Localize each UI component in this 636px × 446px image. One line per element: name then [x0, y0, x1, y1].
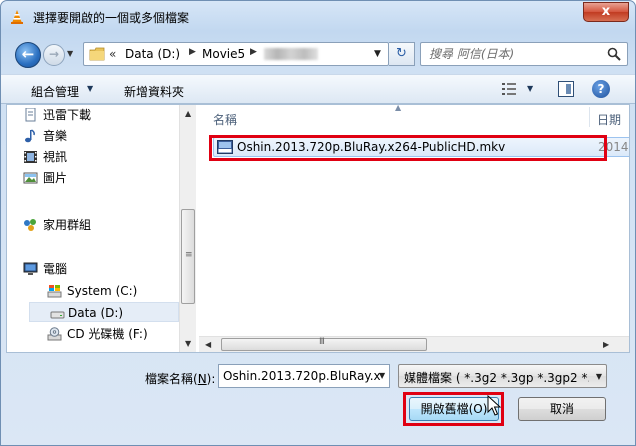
sidebar-item-downloads[interactable]: 迅雷下載 — [25, 105, 92, 125]
search-icon[interactable] — [607, 47, 621, 61]
navigation-pane: 迅雷下載 音樂 視訊 圖片 家用群組 電腦 System (C:) Data (… — [7, 105, 197, 352]
column-divider[interactable] — [589, 107, 590, 127]
sidebar-item-cd-drive[interactable]: CD 光碟機 (F:) — [47, 324, 148, 344]
window-title: 選擇要開啟的一個或多個檔案 — [33, 11, 190, 25]
sidebar-item-label: Data (D:) — [68, 306, 124, 320]
computer-icon — [23, 262, 38, 275]
scroll-down-icon[interactable]: ▼ — [185, 339, 191, 348]
scroll-grip-icon: ≡ — [185, 250, 193, 260]
scrollbar-thumb[interactable]: III — [221, 337, 427, 351]
command-bar: 組合管理 ▼ 新增資料夾 ▼ ? — [1, 74, 635, 104]
filename-label: 檔案名稱(N): — [145, 372, 216, 386]
open-file-dialog: 選擇要開啟的一個或多個檔案 x ← → ▼ « Data (D:) ▶ Movi… — [0, 0, 636, 446]
cancel-button[interactable]: 取消 — [518, 397, 606, 421]
chevron-down-icon[interactable]: ▼ — [527, 84, 533, 93]
sidebar-item-label: 電腦 — [43, 262, 68, 276]
document-icon — [25, 108, 36, 122]
chevron-down-icon[interactable]: ▼ — [374, 49, 381, 59]
preview-pane-icon[interactable] — [558, 81, 574, 97]
new-folder-button[interactable]: 新增資料夾 — [124, 83, 184, 100]
close-button[interactable]: x — [583, 2, 629, 22]
column-header-name[interactable]: 名稱 — [213, 111, 237, 128]
breadcrumb-data-drive[interactable]: Data (D:) — [125, 47, 180, 61]
sidebar-item-label: 迅雷下載 — [43, 108, 92, 122]
scrollbar-thumb[interactable]: ≡ — [181, 209, 195, 304]
title-bar[interactable]: 選擇要開啟的一個或多個檔案 x — [1, 1, 635, 31]
drive-icon — [50, 311, 65, 319]
vlc-cone-icon — [11, 10, 23, 24]
scroll-grip-icon: III — [319, 337, 325, 347]
music-icon — [25, 129, 35, 143]
search-box[interactable] — [420, 42, 628, 66]
navigation-scrollbar[interactable]: ▲ ≡ ▼ — [179, 105, 196, 352]
cd-drive-icon — [47, 327, 62, 341]
breadcrumb-overflow[interactable]: « — [109, 47, 116, 61]
chevron-down-icon: ▼ — [595, 372, 602, 381]
filename-field[interactable] — [218, 364, 390, 388]
system-drive-icon — [47, 285, 62, 298]
sidebar-item-label: 圖片 — [43, 171, 68, 185]
forward-button[interactable]: → — [43, 44, 65, 66]
views-icon[interactable] — [501, 82, 517, 96]
sidebar-item-data-drive[interactable]: Data (D:) — [29, 302, 179, 322]
sidebar-item-system-drive[interactable]: System (C:) — [47, 281, 138, 301]
horizontal-scrollbar[interactable]: ◀ III ▶ — [199, 336, 629, 352]
address-bar[interactable]: « Data (D:) ▶ Movie5 ▶ ▼ — [83, 42, 389, 66]
chevron-right-icon[interactable]: ▶ — [189, 47, 196, 57]
file-highlight-annotation — [209, 135, 607, 161]
sidebar-item-label: 視訊 — [43, 150, 68, 164]
sidebar-item-videos[interactable]: 視訊 — [24, 147, 68, 167]
sort-ascending-icon: ▲ — [395, 104, 402, 112]
back-button[interactable]: ← — [15, 42, 41, 68]
chevron-down-icon[interactable]: ▼ — [379, 371, 385, 380]
filetype-value: 媒體檔案 ( *.3g2 *.3gp *.3gp2 *.3 — [404, 371, 589, 385]
refresh-button[interactable]: ↻ — [389, 42, 415, 66]
sidebar-item-label: 音樂 — [43, 129, 68, 143]
sidebar-item-computer[interactable]: 電腦 — [23, 259, 68, 279]
chevron-down-icon[interactable]: ▼ — [87, 84, 93, 93]
breadcrumb-blurred — [264, 48, 318, 60]
help-icon[interactable]: ? — [592, 80, 610, 98]
filetype-select[interactable]: 媒體檔案 ( *.3g2 *.3gp *.3gp2 *.3 ▼ — [398, 364, 607, 388]
sidebar-item-music[interactable]: 音樂 — [25, 126, 68, 146]
sidebar-item-label: CD 光碟機 (F:) — [67, 327, 148, 341]
video-icon — [24, 151, 37, 163]
mouse-cursor-icon — [487, 395, 501, 416]
organize-button[interactable]: 組合管理 — [31, 83, 79, 100]
chevron-right-icon[interactable]: ▶ — [250, 47, 257, 57]
picture-icon — [23, 172, 38, 184]
column-header-date[interactable]: 日期 — [597, 111, 621, 128]
scroll-left-icon[interactable]: ◀ — [205, 340, 211, 349]
sidebar-item-label: 家用群組 — [43, 218, 92, 232]
recent-pages-dropdown-icon[interactable]: ▼ — [67, 49, 73, 58]
sidebar-item-label: System (C:) — [67, 284, 138, 298]
scroll-up-icon[interactable]: ▲ — [185, 109, 191, 118]
scroll-right-icon[interactable]: ▶ — [603, 340, 609, 349]
sidebar-item-pictures[interactable]: 圖片 — [23, 168, 68, 188]
breadcrumb-movie5[interactable]: Movie5 — [202, 47, 245, 61]
search-input[interactable] — [421, 43, 601, 65]
sidebar-item-homegroup[interactable]: 家用群組 — [24, 215, 92, 235]
folder-icon — [89, 47, 105, 61]
homegroup-icon — [24, 219, 36, 231]
